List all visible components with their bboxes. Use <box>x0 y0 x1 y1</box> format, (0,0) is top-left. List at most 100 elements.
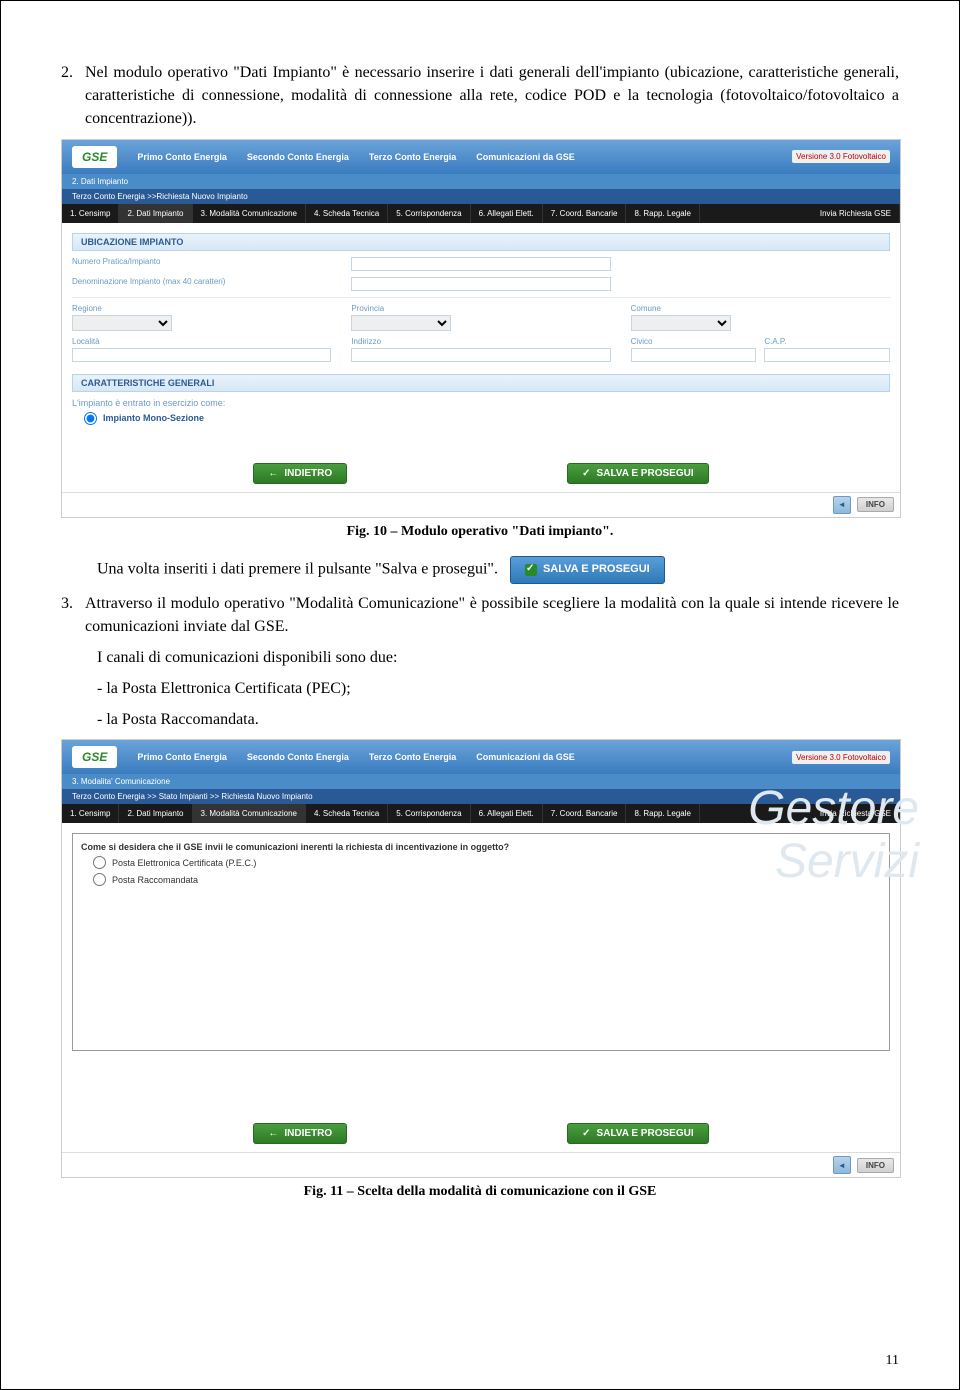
radio-pec-label: Posta Elettronica Certificata (P.E.C.) <box>112 858 256 868</box>
input-indirizzo[interactable] <box>351 348 610 362</box>
salva-text: Una volta inseriti i dati premere il pul… <box>97 560 498 577</box>
p3-sub1: I canali di comunicazioni disponibili so… <box>97 646 899 669</box>
tab-corrispondenza[interactable]: 5. Corrispondenza <box>388 204 470 223</box>
save-label: SALVA E PROSEGUI <box>597 468 694 479</box>
arrow-left-icon[interactable]: ◄ <box>833 1156 851 1174</box>
section-ubicazione: UBICAZIONE IMPIANTO <box>72 233 890 251</box>
salva-btn-label: SALVA E PROSEGUI <box>543 562 650 578</box>
question-box: Come si desidera che il GSE invii le com… <box>72 833 890 1051</box>
radio-mono-label: Impianto Mono-Sezione <box>103 413 204 423</box>
save-button[interactable]: ✓ SALVA E PROSEGUI <box>567 463 708 484</box>
breadcrumb: Terzo Conto Energia >>Richiesta Nuovo Im… <box>62 189 900 204</box>
tab-dati-impianto[interactable]: 2. Dati Impianto <box>119 804 192 823</box>
tab-modalita[interactable]: 3. Modalità Comunicazione <box>193 804 307 823</box>
input-civico[interactable] <box>631 348 757 362</box>
gse-logo: GSE <box>72 146 117 168</box>
nav-comunicazioni[interactable]: Comunicazioni da GSE <box>476 752 575 762</box>
nav-comunicazioni[interactable]: Comunicazioni da GSE <box>476 152 575 162</box>
radio-pec[interactable]: Posta Elettronica Certificata (P.E.C.) <box>93 856 881 869</box>
radio-racc-input[interactable] <box>93 873 106 886</box>
tab-corrispondenza[interactable]: 5. Corrispondenza <box>388 804 470 823</box>
label-cap: C.A.P. <box>764 337 890 346</box>
info-badge[interactable]: INFO <box>857 497 894 512</box>
label-denominazione: Denominazione Impianto (max 40 caratteri… <box>72 277 331 286</box>
form-buttons: ←INDIETRO ✓ SALVA E PROSEGUI <box>62 443 900 492</box>
tab-censimp[interactable]: 1. Censimp <box>62 204 119 223</box>
figure-11-caption: Fig. 11 – Scelta della modalità di comun… <box>61 1184 899 1200</box>
save-button[interactable]: ✓SALVA E PROSEGUI <box>567 1123 708 1144</box>
paragraph-2-text: Nel modulo operativo "Dati Impianto" è n… <box>85 61 899 131</box>
version-badge: Versione 3.0 Fotovoltaico <box>792 150 890 163</box>
input-denominazione[interactable] <box>351 277 610 291</box>
tab-allegati[interactable]: 6. Allegati Elett. <box>471 204 543 223</box>
nav-secondo[interactable]: Secondo Conto Energia <box>247 752 349 762</box>
comm-question: Come si desidera che il GSE invii le com… <box>81 842 881 852</box>
page-number: 11 <box>886 1353 899 1369</box>
tab-coord[interactable]: 7. Coord. Bancarie <box>543 804 627 823</box>
list-number-3: 3. <box>61 592 73 638</box>
nav-primo[interactable]: Primo Conto Energia <box>137 152 227 162</box>
radio-raccomandata[interactable]: Posta Raccomandata <box>93 873 881 886</box>
label-numero-pratica: Numero Pratica/Impianto <box>72 257 331 266</box>
input-cap[interactable] <box>764 348 890 362</box>
salva-line: Una volta inseriti i dati premere il pul… <box>97 556 899 584</box>
label-civico: Civico <box>631 337 757 346</box>
check-icon: ✓ <box>582 468 590 479</box>
nav-terzo[interactable]: Terzo Conto Energia <box>369 152 456 162</box>
radio-mono-sezione[interactable]: Impianto Mono-Sezione <box>84 412 890 425</box>
tab-scheda[interactable]: 4. Scheda Tecnica <box>306 804 388 823</box>
check-icon: ✓ <box>582 1128 590 1139</box>
label-comune: Comune <box>631 304 890 313</box>
nav-terzo[interactable]: Terzo Conto Energia <box>369 752 456 762</box>
back-button[interactable]: ← INDIETRO <box>253 1123 347 1144</box>
tab-censimp[interactable]: 1. Censimp <box>62 804 119 823</box>
tab-invia[interactable]: Invia Richiesta GSE <box>812 804 900 823</box>
form-footer-2: ◄ INFO <box>62 1152 900 1177</box>
screenshot-modalita: GSE Primo Conto Energia Secondo Conto En… <box>61 739 901 1178</box>
tab-dati-impianto[interactable]: 2. Dati Impianto <box>119 204 192 223</box>
back-button[interactable]: ←INDIETRO <box>253 463 347 484</box>
paragraph-3-text: Attraverso il modulo operativo "Modalità… <box>85 592 899 638</box>
back-label: INDIETRO <box>284 1128 332 1139</box>
label-indirizzo: Indirizzo <box>351 337 610 346</box>
tab-allegati[interactable]: 6. Allegati Elett. <box>471 804 543 823</box>
form-body-2: Come si desidera che il GSE invii le com… <box>62 823 900 1103</box>
version-badge: Versione 3.0 Fotovoltaico <box>792 751 890 764</box>
arrow-left-icon[interactable]: ◄ <box>833 496 851 514</box>
input-numero-pratica[interactable] <box>351 257 610 271</box>
gse-logo: GSE <box>72 746 117 768</box>
wizard-tabs: 1. Censimp 2. Dati Impianto 3. Modalità … <box>62 204 900 223</box>
label-regione: Regione <box>72 304 331 313</box>
nav-primo[interactable]: Primo Conto Energia <box>137 752 227 762</box>
wizard-tabs-2: 1. Censimp 2. Dati Impianto 3. Modalità … <box>62 804 900 823</box>
breadcrumb-2: Terzo Conto Energia >> Stato Impianti >>… <box>62 789 900 804</box>
tab-rapp[interactable]: 8. Rapp. Legale <box>626 204 700 223</box>
tab-invia[interactable]: Invia Richiesta GSE <box>812 204 900 223</box>
list-number-2: 2. <box>61 61 73 131</box>
input-localita[interactable] <box>72 348 331 362</box>
arrow-left-icon: ← <box>268 1128 278 1139</box>
tab-rapp[interactable]: 8. Rapp. Legale <box>626 804 700 823</box>
figure-10-caption: Fig. 10 – Modulo operativo "Dati impiant… <box>61 524 899 540</box>
paragraph-3: 3. Attraverso il modulo operativo "Modal… <box>61 592 899 638</box>
radio-pec-input[interactable] <box>93 856 106 869</box>
form-footer: ◄ INFO <box>62 492 900 517</box>
app-header: GSE Primo Conto Energia Secondo Conto En… <box>62 140 900 174</box>
info-badge[interactable]: INFO <box>857 1158 894 1173</box>
tab-modalita[interactable]: 3. Modalità Comunicazione <box>193 204 307 223</box>
radio-mono-input[interactable] <box>84 412 97 425</box>
check-icon <box>525 564 537 576</box>
caratteristiche-text: L'impianto è entrato in esercizio come: <box>72 398 890 408</box>
select-comune[interactable] <box>631 315 731 331</box>
form-body: UBICAZIONE IMPIANTO Numero Pratica/Impia… <box>62 223 900 443</box>
section-title-bar-2: 3. Modalita' Comunicazione <box>62 774 900 789</box>
nav-secondo[interactable]: Secondo Conto Energia <box>247 152 349 162</box>
select-regione[interactable] <box>72 315 172 331</box>
app-header-2: GSE Primo Conto Energia Secondo Conto En… <box>62 740 900 774</box>
select-provincia[interactable] <box>351 315 451 331</box>
tab-coord[interactable]: 7. Coord. Bancarie <box>543 204 627 223</box>
section-caratteristiche: CARATTERISTICHE GENERALI <box>72 374 890 392</box>
radio-racc-label: Posta Raccomandata <box>112 875 198 885</box>
screenshot-dati-impianto: GSE Primo Conto Energia Secondo Conto En… <box>61 139 901 518</box>
tab-scheda[interactable]: 4. Scheda Tecnica <box>306 204 388 223</box>
